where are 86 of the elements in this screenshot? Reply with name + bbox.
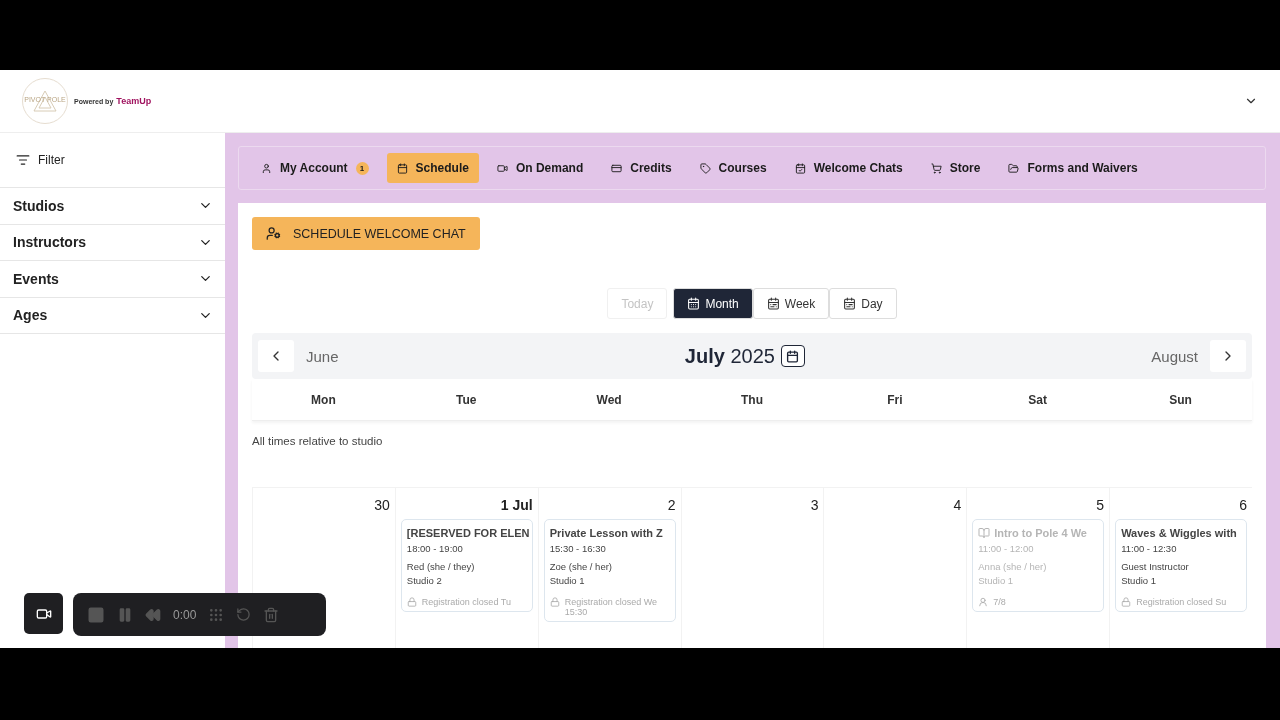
weekday-label: Wed [595,392,623,407]
event-studio: Studio 1 [549,575,586,586]
event-time: 18:00 - 19:00 [406,543,464,554]
person-icon [978,597,989,607]
view-button[interactable]: Day [829,288,897,319]
user-gear-icon [266,226,281,241]
stop-icon[interactable] [87,605,105,624]
weekday-label: Mon [310,392,337,407]
capacity-text: 7/8 [978,597,1100,607]
brand-name: TeamUp [116,96,152,106]
event-title: [RESERVED FOR ELEN [406,526,528,540]
calendar-picker-button[interactable] [780,345,805,367]
weekday-label: Tue [455,392,478,407]
calendar-check-icon [794,162,806,174]
previous-month-button[interactable] [258,340,294,372]
event-card[interactable]: Private Lesson with Z 15:30 - 16:30 Zoe (she / her) Studio 1 Registration closed We 15:30 [543,519,676,622]
day-number: 6 [1239,497,1247,513]
nav-tab[interactable]: Store [920,153,991,183]
cart-icon [930,162,942,174]
event-time: 15:30 - 16:30 [549,543,607,554]
registration-status: Registration closed Su [1121,597,1242,607]
filter-icon [16,153,30,167]
event-studio: Studio 1 [1121,575,1157,586]
calendar-icon [786,349,800,363]
nav-tab[interactable]: Forms and Waivers [998,153,1148,183]
event-instructor: Zoe (she / her) [549,561,613,572]
pause-icon[interactable] [117,606,133,623]
event-instructor: Red (she / they) [406,561,476,572]
day-number: 4 [953,497,962,513]
event-title: Intro to Pole 4 We [978,526,1100,540]
user-icon [261,162,272,174]
nav-tab[interactable]: Credits [601,153,682,183]
nav-tab[interactable]: My Account 1 [251,153,379,183]
event-studio: Studio 1 [978,575,1015,586]
registration-status: Registration closed We [549,597,671,607]
next-month-label: August [1151,347,1198,365]
restart-icon[interactable] [236,607,252,622]
lock-icon [406,597,417,607]
event-time: 11:00 - 12:00 [978,543,1035,554]
timezone-note: All times relative to studio [252,435,384,447]
calendar-icon [766,297,780,310]
nav-tab[interactable]: Courses [689,153,777,183]
recording-time: 0:00 [173,607,197,622]
day-number: 5 [1096,497,1105,513]
folder-icon [1008,162,1020,174]
event-instructor: Guest Instructor [1121,561,1190,572]
day-number: 30 [374,497,390,513]
lock-icon [1121,597,1132,607]
day-number: 3 [810,497,819,513]
trash-icon[interactable] [263,606,280,623]
weekday-label: Sun [1168,392,1193,407]
weekday-label: Fri [886,392,904,407]
view-button[interactable]: Week [752,288,830,319]
event-card[interactable]: [RESERVED FOR ELEN 18:00 - 19:00 Red (she / they) Studio 2 Registration closed Tu [400,519,533,612]
grid-icon[interactable] [208,606,225,623]
video-camera-icon [496,162,508,174]
event-card[interactable]: Waves & Wiggles with 11:00 - 12:30 Guest Instructor Studio 1 Registration closed Su [1115,519,1247,612]
schedule-welcome-chat-button[interactable]: SCHEDULE WELCOME CHAT [252,217,480,250]
next-month-button[interactable] [1210,340,1246,372]
nav-tab[interactable]: Welcome Chats [784,153,913,183]
event-time: 11:00 - 12:30 [1121,543,1178,554]
event-title: Private Lesson with Z [549,526,664,540]
view-button[interactable]: Month [673,288,753,319]
camera-button[interactable] [24,593,63,634]
day-number: 1 Jul [500,497,533,513]
lock-icon [549,597,560,607]
rewind-icon[interactable] [145,606,161,623]
book-icon [978,527,991,539]
tag-icon [699,162,711,174]
calendar-icon [396,162,408,174]
registration-status: Registration closed Tu [406,597,528,607]
calendar-icon [687,297,701,310]
weekday-label: Thu [740,392,764,407]
nav-tab[interactable]: Schedule [386,153,479,183]
event-instructor: Anna (she / her) [978,561,1048,572]
weekday-label: Sat [1027,392,1049,407]
calendar-icon [843,297,857,310]
event-studio: Studio 2 [406,575,443,586]
registration-time: 15:30 [563,607,589,617]
count-badge: 1 [355,161,369,175]
card-icon [611,162,623,174]
previous-month-label: June [306,347,339,365]
month-title: July 2025 [684,344,775,368]
event-title: Waves & Wiggles with [1121,526,1238,540]
nav-tab[interactable]: On Demand [486,153,594,183]
day-number: 2 [667,497,676,513]
